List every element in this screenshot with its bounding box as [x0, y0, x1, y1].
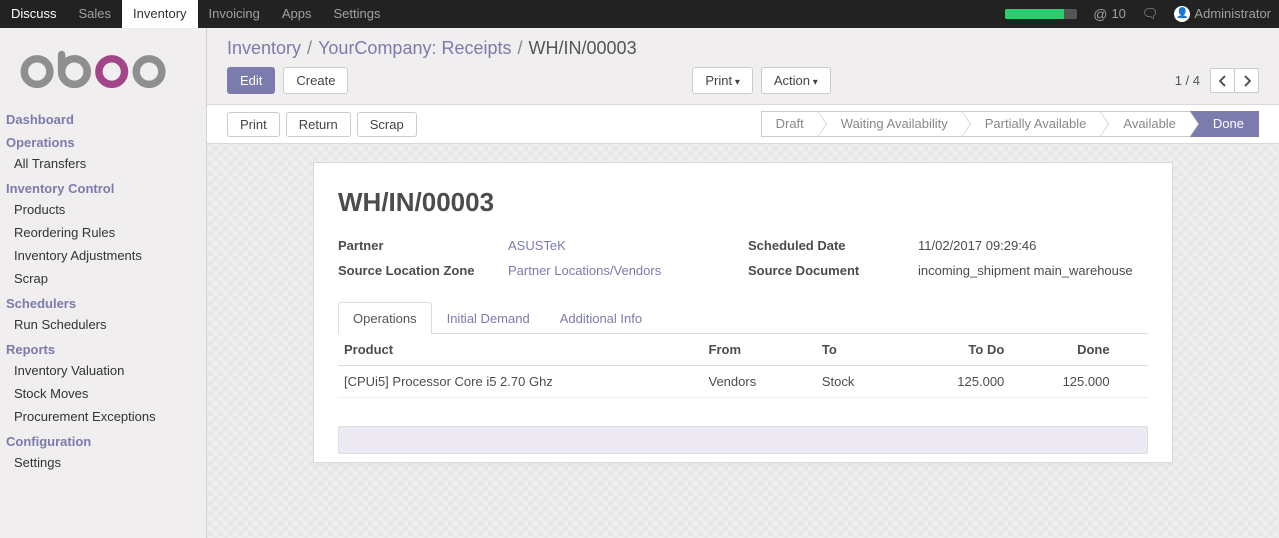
form-footer	[338, 426, 1148, 454]
cell-from: Vendors	[703, 366, 816, 398]
pager-prev[interactable]	[1210, 68, 1235, 93]
menu-procurement-exceptions[interactable]: Procurement Exceptions	[0, 405, 206, 428]
progress-indicator	[1005, 9, 1077, 19]
menu-inventory-valuation[interactable]: Inventory Valuation	[0, 359, 206, 382]
section-reports[interactable]: Reports	[0, 336, 206, 359]
status-waiting-availability[interactable]: Waiting Availability	[818, 111, 963, 137]
cell-todo: 125.000	[905, 366, 1010, 398]
th-from[interactable]: From	[703, 334, 816, 366]
messaging-icon[interactable]	[1134, 0, 1167, 28]
cell-product: [CPUi5] Processor Core i5 2.70 Ghz	[338, 366, 703, 398]
th-todo[interactable]: To Do	[905, 334, 1010, 366]
menu-scrap[interactable]: Scrap	[0, 267, 206, 290]
label-source-location: Source Location Zone	[338, 263, 498, 278]
user-name: Administrator	[1194, 0, 1271, 28]
menu-run-schedulers[interactable]: Run Schedulers	[0, 313, 206, 336]
nav-settings[interactable]: Settings	[322, 0, 391, 28]
nav-discuss[interactable]: Discuss	[0, 0, 68, 28]
crumb-current: WH/IN/00003	[529, 38, 637, 59]
th-product[interactable]: Product	[338, 334, 703, 366]
breadcrumb: Inventory / YourCompany: Receipts / WH/I…	[207, 28, 1279, 59]
notification-indicator[interactable]: 10	[1085, 0, 1134, 28]
form-sheet: WH/IN/00003 Partner ASUSTeK Scheduled Da…	[313, 162, 1173, 463]
menu-settings[interactable]: Settings	[0, 451, 206, 474]
control-bar: Edit Create Print Action 1 / 4	[207, 59, 1279, 104]
nav-apps[interactable]: Apps	[271, 0, 323, 28]
notif-count: 10	[1111, 0, 1125, 28]
at-icon	[1093, 0, 1107, 29]
section-schedulers[interactable]: Schedulers	[0, 290, 206, 313]
menu-stock-moves[interactable]: Stock Moves	[0, 382, 206, 405]
th-done[interactable]: Done	[1010, 334, 1115, 366]
action-dropdown[interactable]: Action	[761, 67, 831, 94]
chat-icon	[1142, 0, 1159, 28]
label-scheduled-date: Scheduled Date	[748, 238, 908, 253]
user-menu[interactable]: 👤 Administrator	[1166, 0, 1279, 28]
status-done[interactable]: Done	[1190, 111, 1259, 137]
avatar: 👤	[1174, 6, 1190, 22]
crumb-inventory[interactable]: Inventory	[227, 38, 301, 59]
menu-all-transfers[interactable]: All Transfers	[0, 152, 206, 175]
logo	[0, 28, 206, 106]
print-button[interactable]: Print	[227, 112, 280, 137]
value-partner[interactable]: ASUSTeK	[508, 238, 738, 253]
table-row[interactable]: [CPUi5] Processor Core i5 2.70 GhzVendor…	[338, 366, 1148, 398]
section-configuration[interactable]: Configuration	[0, 428, 206, 451]
pager-next[interactable]	[1234, 68, 1259, 93]
print-dropdown[interactable]: Print	[692, 67, 753, 94]
nav-inventory[interactable]: Inventory	[122, 0, 197, 28]
tabs: OperationsInitial DemandAdditional Info	[338, 302, 1148, 334]
label-source-document: Source Document	[748, 263, 908, 278]
th-to[interactable]: To	[816, 334, 905, 366]
value-source-location[interactable]: Partner Locations/Vendors	[508, 263, 738, 278]
value-scheduled-date: 11/02/2017 09:29:46	[918, 238, 1148, 253]
crumb-receipts[interactable]: YourCompany: Receipts	[318, 38, 511, 59]
tab-initial-demand[interactable]: Initial Demand	[432, 302, 545, 334]
operations-table: Product From To To Do Done [CPUi5] Proce…	[338, 334, 1148, 398]
section-dashboard[interactable]: Dashboard	[0, 106, 206, 129]
tab-additional-info[interactable]: Additional Info	[545, 302, 657, 334]
menu-inventory-adjustments[interactable]: Inventory Adjustments	[0, 244, 206, 267]
label-partner: Partner	[338, 238, 498, 253]
doc-title: WH/IN/00003	[338, 187, 1148, 218]
status-partially-available[interactable]: Partially Available	[962, 111, 1102, 137]
scrap-button[interactable]: Scrap	[357, 112, 417, 137]
top-navbar: DiscussSalesInventoryInvoicingAppsSettin…	[0, 0, 1279, 28]
main-content: Inventory / YourCompany: Receipts / WH/I…	[207, 28, 1279, 538]
section-operations[interactable]: Operations	[0, 129, 206, 152]
status-available[interactable]: Available	[1100, 111, 1191, 137]
menu-products[interactable]: Products	[0, 198, 206, 221]
status-steps: DraftWaiting AvailabilityPartially Avail…	[762, 111, 1259, 137]
nav-sales[interactable]: Sales	[68, 0, 123, 28]
return-button[interactable]: Return	[286, 112, 351, 137]
cell-to: Stock	[816, 366, 905, 398]
pager-text: 1 / 4	[1175, 73, 1200, 88]
edit-button[interactable]: Edit	[227, 67, 275, 94]
pager: 1 / 4	[1175, 68, 1259, 93]
value-source-document: incoming_shipment main_warehouse	[918, 263, 1148, 278]
status-bar: Print Return Scrap DraftWaiting Availabi…	[207, 104, 1279, 144]
menu-reordering-rules[interactable]: Reordering Rules	[0, 221, 206, 244]
status-draft[interactable]: Draft	[761, 111, 819, 137]
cell-done: 125.000	[1010, 366, 1115, 398]
nav-invoicing[interactable]: Invoicing	[198, 0, 271, 28]
section-inventory-control[interactable]: Inventory Control	[0, 175, 206, 198]
tab-operations[interactable]: Operations	[338, 302, 432, 334]
sidebar: DashboardOperationsAll TransfersInventor…	[0, 28, 207, 538]
create-button[interactable]: Create	[283, 67, 348, 94]
